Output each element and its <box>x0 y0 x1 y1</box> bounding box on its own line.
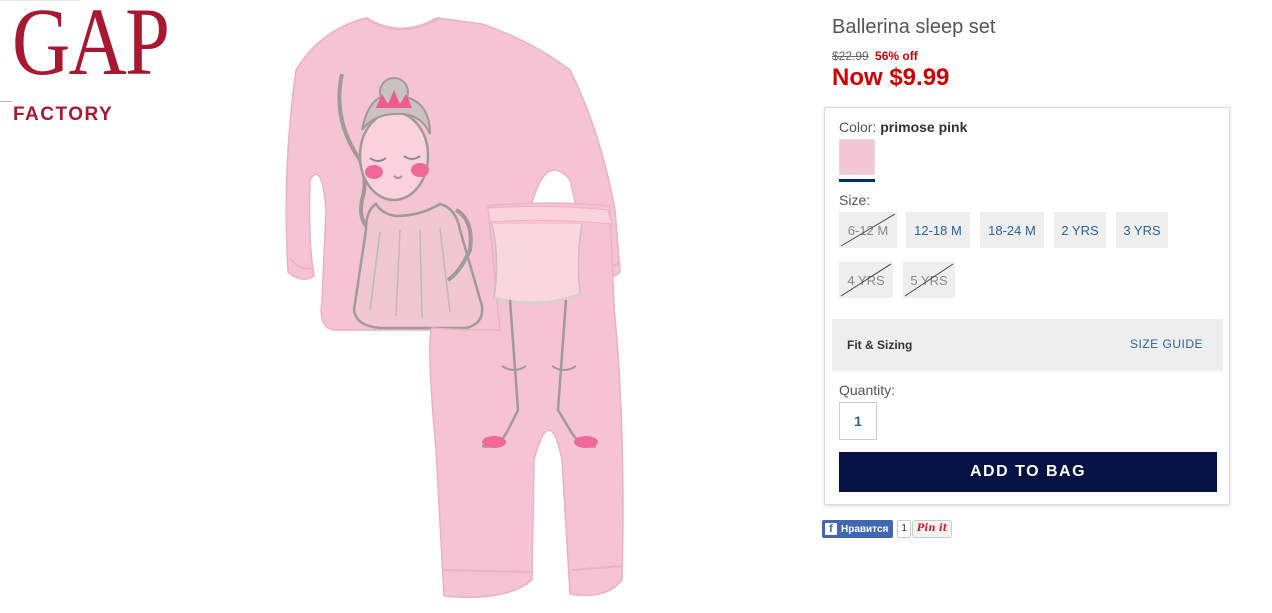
size-option-label: 2 YRS <box>1061 222 1099 238</box>
size-option[interactable]: 2 YRS <box>1054 212 1106 248</box>
pinterest-pin-button[interactable]: Pin it <box>911 520 953 538</box>
add-to-bag-button[interactable]: ADD TO BAG <box>839 452 1217 492</box>
purchase-panel: Color: primose pink Size: 6-12 M 12-18 M… <box>824 107 1230 505</box>
color-swatch-primose-pink[interactable] <box>839 139 875 175</box>
color-label-text: Color: <box>839 119 877 135</box>
size-label: Size: <box>839 192 871 208</box>
sale-price: Now $9.99 <box>832 64 950 91</box>
fit-sizing-label: Fit & Sizing <box>847 338 913 352</box>
size-option[interactable]: 18-24 M <box>980 212 1044 248</box>
color-selected-name: primose pink <box>880 119 968 135</box>
facebook-icon: f <box>825 523 837 535</box>
size-guide-link[interactable]: SIZE GUIDE <box>1130 337 1203 351</box>
price-line: $22.99 56% off <box>832 49 918 63</box>
unavailable-strike-icon <box>840 263 892 297</box>
size-option[interactable]: 12-18 M <box>906 212 970 248</box>
product-image[interactable] <box>270 10 640 610</box>
product-title: Ballerina sleep set <box>832 16 996 38</box>
size-option[interactable]: 3 YRS <box>1116 212 1168 248</box>
gap-factory-logo[interactable]: GAP FACTORY <box>0 0 170 130</box>
fit-notch <box>848 311 864 319</box>
size-option[interactable]: 5 YRS <box>903 262 955 298</box>
size-option-label: 3 YRS <box>1123 222 1161 238</box>
size-option[interactable]: 4 YRS <box>839 262 893 298</box>
size-option-label: 12-18 M <box>914 222 962 238</box>
quantity-label: Quantity: <box>839 382 896 398</box>
logo-rule-small <box>0 101 12 102</box>
facebook-like-count: 1 <box>897 520 911 538</box>
fit-sizing-bar: Fit & Sizing SIZE GUIDE <box>832 311 1223 371</box>
discount-badge: 56% off <box>875 49 918 63</box>
unavailable-strike-icon <box>840 213 896 247</box>
facebook-like-label: Нравится <box>841 523 889 535</box>
social-buttons: f Нравится 1 Pin it <box>822 520 953 538</box>
color-label: Color: primose pink <box>839 119 967 135</box>
original-price: $22.99 <box>832 49 869 63</box>
size-option-label: 18-24 M <box>988 222 1036 238</box>
logo-factory-text: FACTORY <box>13 104 114 125</box>
facebook-like-button[interactable]: f Нравится <box>822 520 894 538</box>
logo-gap-text: GAP <box>12 0 170 95</box>
swatch-selected-indicator <box>839 179 875 182</box>
unavailable-strike-icon <box>904 263 954 297</box>
quantity-input[interactable]: 1 <box>839 402 877 440</box>
size-option[interactable]: 6-12 M <box>839 212 897 248</box>
